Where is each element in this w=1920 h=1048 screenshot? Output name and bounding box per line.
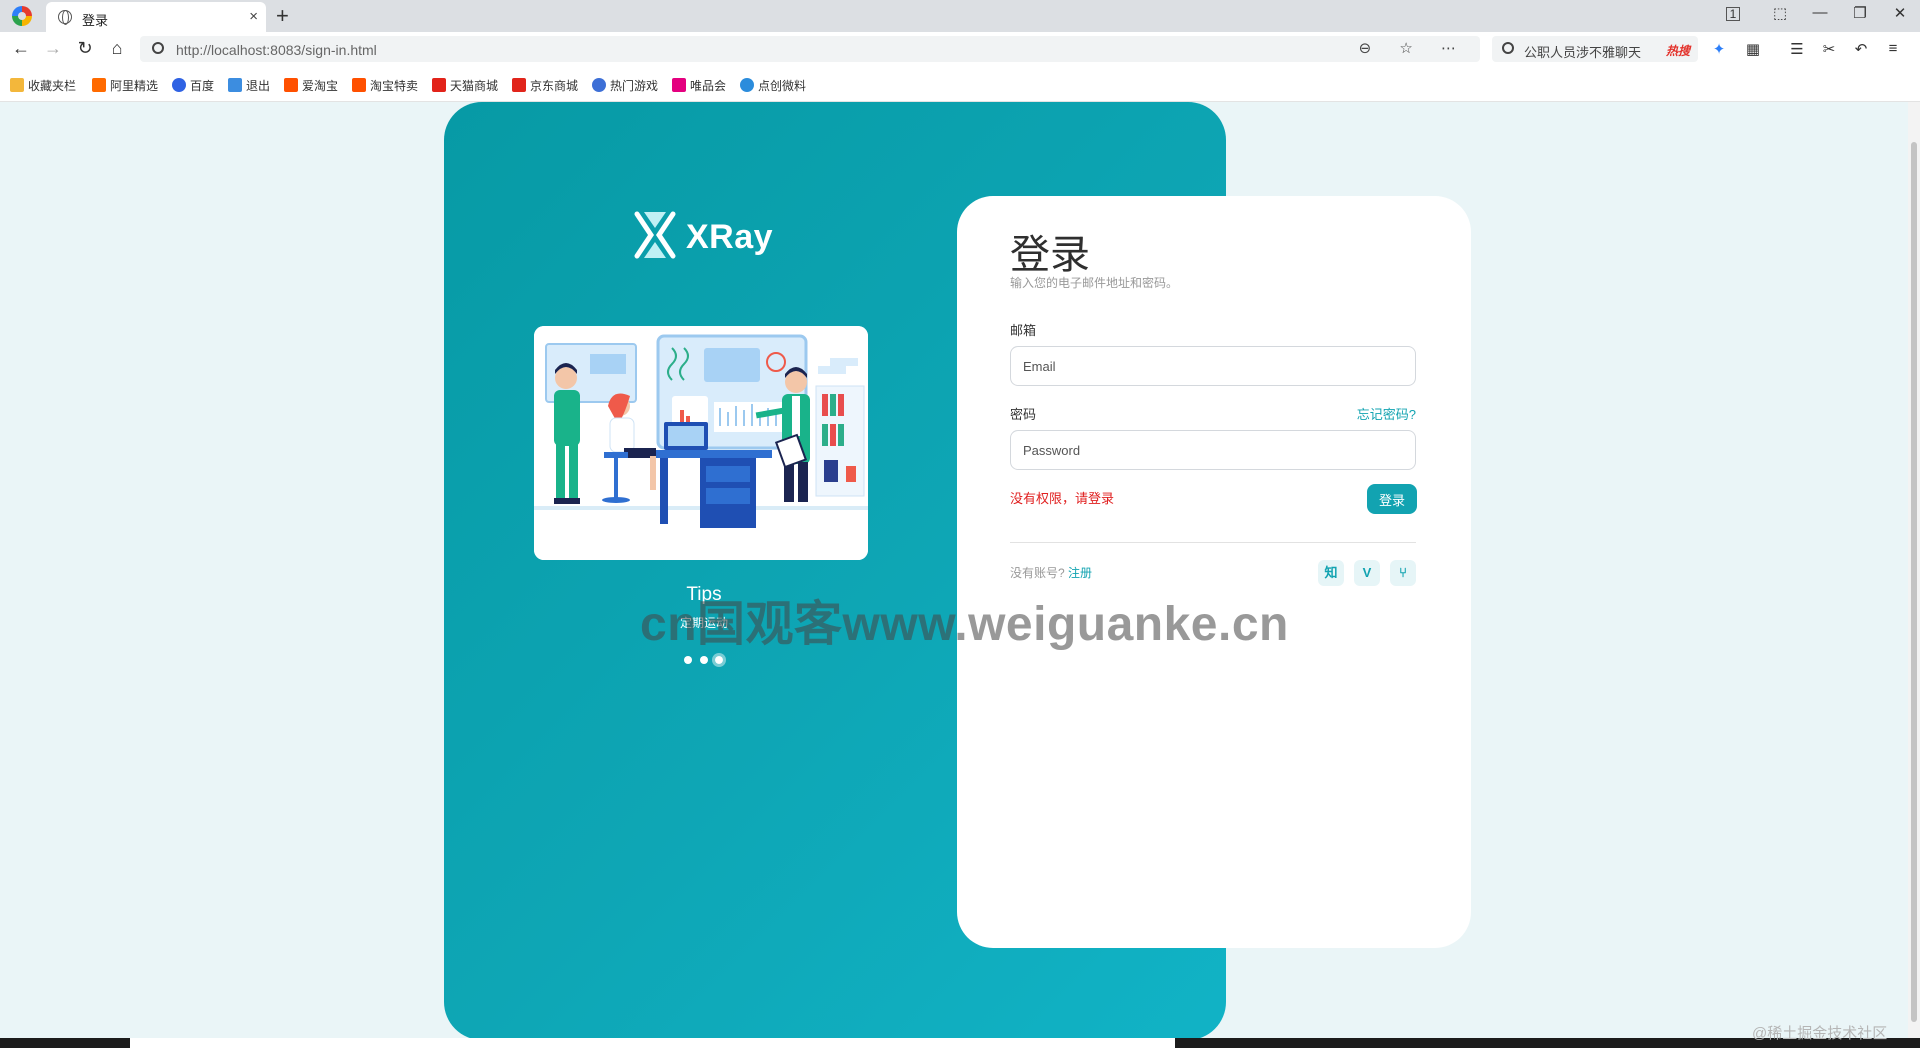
login-description: 输入您的电子邮件地址和密码。 xyxy=(1010,276,1179,290)
carousel-indicators xyxy=(678,653,738,667)
password-label: 密码 xyxy=(1010,407,1037,422)
bookmark-item[interactable]: 淘宝特卖 xyxy=(352,77,418,94)
register-link[interactable]: 注册 xyxy=(1068,566,1092,580)
bookmark-item[interactable]: 唯品会 xyxy=(672,77,726,94)
error-message: 没有权限，请登录 xyxy=(1010,491,1115,506)
restore-button[interactable]: ❐ xyxy=(1848,4,1872,22)
baidu-icon xyxy=(172,78,186,92)
bookmark-item[interactable]: 京东商城 xyxy=(512,77,578,94)
browser-search-box[interactable]: 公职人员涉不雅聊天 热搜 xyxy=(1492,36,1698,62)
bookmark-item[interactable]: 天猫商城 xyxy=(432,77,498,94)
tab-close-icon[interactable]: × xyxy=(249,8,258,25)
hot-search-badge: 热搜 xyxy=(1665,44,1690,58)
page-scrollbar[interactable] xyxy=(1908,102,1920,1038)
bookmark-item[interactable]: 热门游戏 xyxy=(592,77,658,94)
new-tab-button[interactable]: + xyxy=(276,3,289,29)
menu-icon[interactable]: ≡ xyxy=(1882,40,1904,57)
favorites-icon[interactable]: ☰ xyxy=(1786,40,1808,58)
login-card: 登录 输入您的电子邮件地址和密码。 邮箱 密码 忘记密码? 没有权限，请登录 登… xyxy=(957,196,1471,948)
password-field[interactable] xyxy=(1010,430,1416,470)
taskbar-strip xyxy=(0,1038,1920,1048)
jd-icon xyxy=(512,78,526,92)
scrollbar-thumb[interactable] xyxy=(1911,142,1917,1022)
lab-scene-image xyxy=(534,326,868,560)
watermark-text: cn国观客www.weiguanke.cn xyxy=(640,598,1289,651)
bookmark-item[interactable]: 爱淘宝 xyxy=(284,77,338,94)
address-actions[interactable]: ⊖ ☆ ⋯ xyxy=(1359,39,1468,57)
email-label: 邮箱 xyxy=(1010,323,1037,338)
tab-count-icon[interactable]: 1 xyxy=(1726,7,1740,21)
git-branch-icon[interactable]: ⑂ xyxy=(1390,560,1416,586)
page-content: XRay Tips 定期运动 登录 输入您的电子邮件地址和密码。 邮箱 Emai… xyxy=(0,102,1920,1038)
bookmark-item[interactable]: 收藏夹栏 xyxy=(10,77,76,94)
forward-button[interactable]: → xyxy=(42,38,64,59)
xray-logo-icon xyxy=(634,211,676,259)
taskbar-segment xyxy=(130,1038,1175,1048)
reload-button[interactable]: ↻ xyxy=(74,38,96,59)
carousel-dot-active[interactable] xyxy=(712,653,726,667)
taobao-icon xyxy=(284,78,298,92)
home-button[interactable]: ⌂ xyxy=(106,38,128,59)
bookmark-item[interactable]: 阿里精选 xyxy=(92,77,158,94)
globe-icon xyxy=(58,10,72,25)
search-icon xyxy=(1502,42,1514,54)
forgot-password-link[interactable]: 忘记密码? xyxy=(1357,404,1416,423)
page-title: 登录 xyxy=(1010,233,1090,277)
edge-icon xyxy=(740,78,754,92)
register-prompt: 没有账号? 注册 xyxy=(1010,564,1092,581)
no-account-text: 没有账号? xyxy=(1010,566,1065,580)
ali-icon xyxy=(92,78,106,92)
browser-tab[interactable]: 登录 × xyxy=(46,2,266,32)
address-bar[interactable]: http://localhost:8083/sign-in.html ⊖ ☆ ⋯ xyxy=(140,36,1480,62)
browser-nav-bar: ← → ↻ ⌂ http://localhost:8083/sign-in.ht… xyxy=(0,32,1920,66)
lab-illustration xyxy=(534,326,868,560)
apps-grid-icon[interactable]: ▦ xyxy=(1742,40,1764,58)
tab-title: 登录 xyxy=(82,13,109,28)
carousel-dot[interactable] xyxy=(684,656,692,664)
carousel-dot[interactable] xyxy=(700,656,708,664)
bookmark-item[interactable]: 点创微料 xyxy=(740,77,806,94)
bookmarks-bar: 收藏夹栏 阿里精选 百度 退出 爱淘宝 淘宝特卖 天猫商城 京东商城 热门游戏 … xyxy=(0,66,1920,102)
logo-text: XRay xyxy=(686,218,774,256)
address-url[interactable]: http://localhost:8083/sign-in.html xyxy=(176,42,377,58)
undo-icon[interactable]: ↶ xyxy=(1850,40,1872,58)
bookmark-item[interactable]: 百度 xyxy=(172,77,214,94)
minimize-button[interactable]: — xyxy=(1808,4,1832,21)
browser-logo-icon xyxy=(12,6,32,26)
back-button[interactable]: ← xyxy=(10,38,32,59)
extension-icon[interactable]: ✦ xyxy=(1708,40,1730,58)
browser-tab-bar: 登录 × + 1 ⬚ — ❐ ✕ xyxy=(0,0,1920,32)
vue-icon[interactable]: V xyxy=(1354,560,1380,586)
feather-icon xyxy=(228,78,242,92)
divider xyxy=(1010,542,1416,543)
search-hot-query[interactable]: 公职人员涉不雅聊天 xyxy=(1524,42,1641,61)
search-icon xyxy=(152,42,164,54)
vip-icon xyxy=(672,78,686,92)
folder-icon xyxy=(10,78,24,92)
corner-watermark: @稀土掘金技术社区 xyxy=(1752,1025,1888,1042)
close-window-button[interactable]: ✕ xyxy=(1888,4,1912,22)
taobao-sale-icon xyxy=(352,78,366,92)
bookmark-item[interactable]: 退出 xyxy=(228,77,270,94)
skin-icon[interactable]: ⬚ xyxy=(1768,4,1792,22)
login-button[interactable]: 登录 xyxy=(1367,484,1417,514)
game-icon xyxy=(592,78,606,92)
tmall-icon xyxy=(432,78,446,92)
scissors-icon[interactable]: ✂ xyxy=(1818,40,1840,58)
email-field[interactable] xyxy=(1010,346,1416,386)
zhihu-icon[interactable]: 知 xyxy=(1318,560,1344,586)
